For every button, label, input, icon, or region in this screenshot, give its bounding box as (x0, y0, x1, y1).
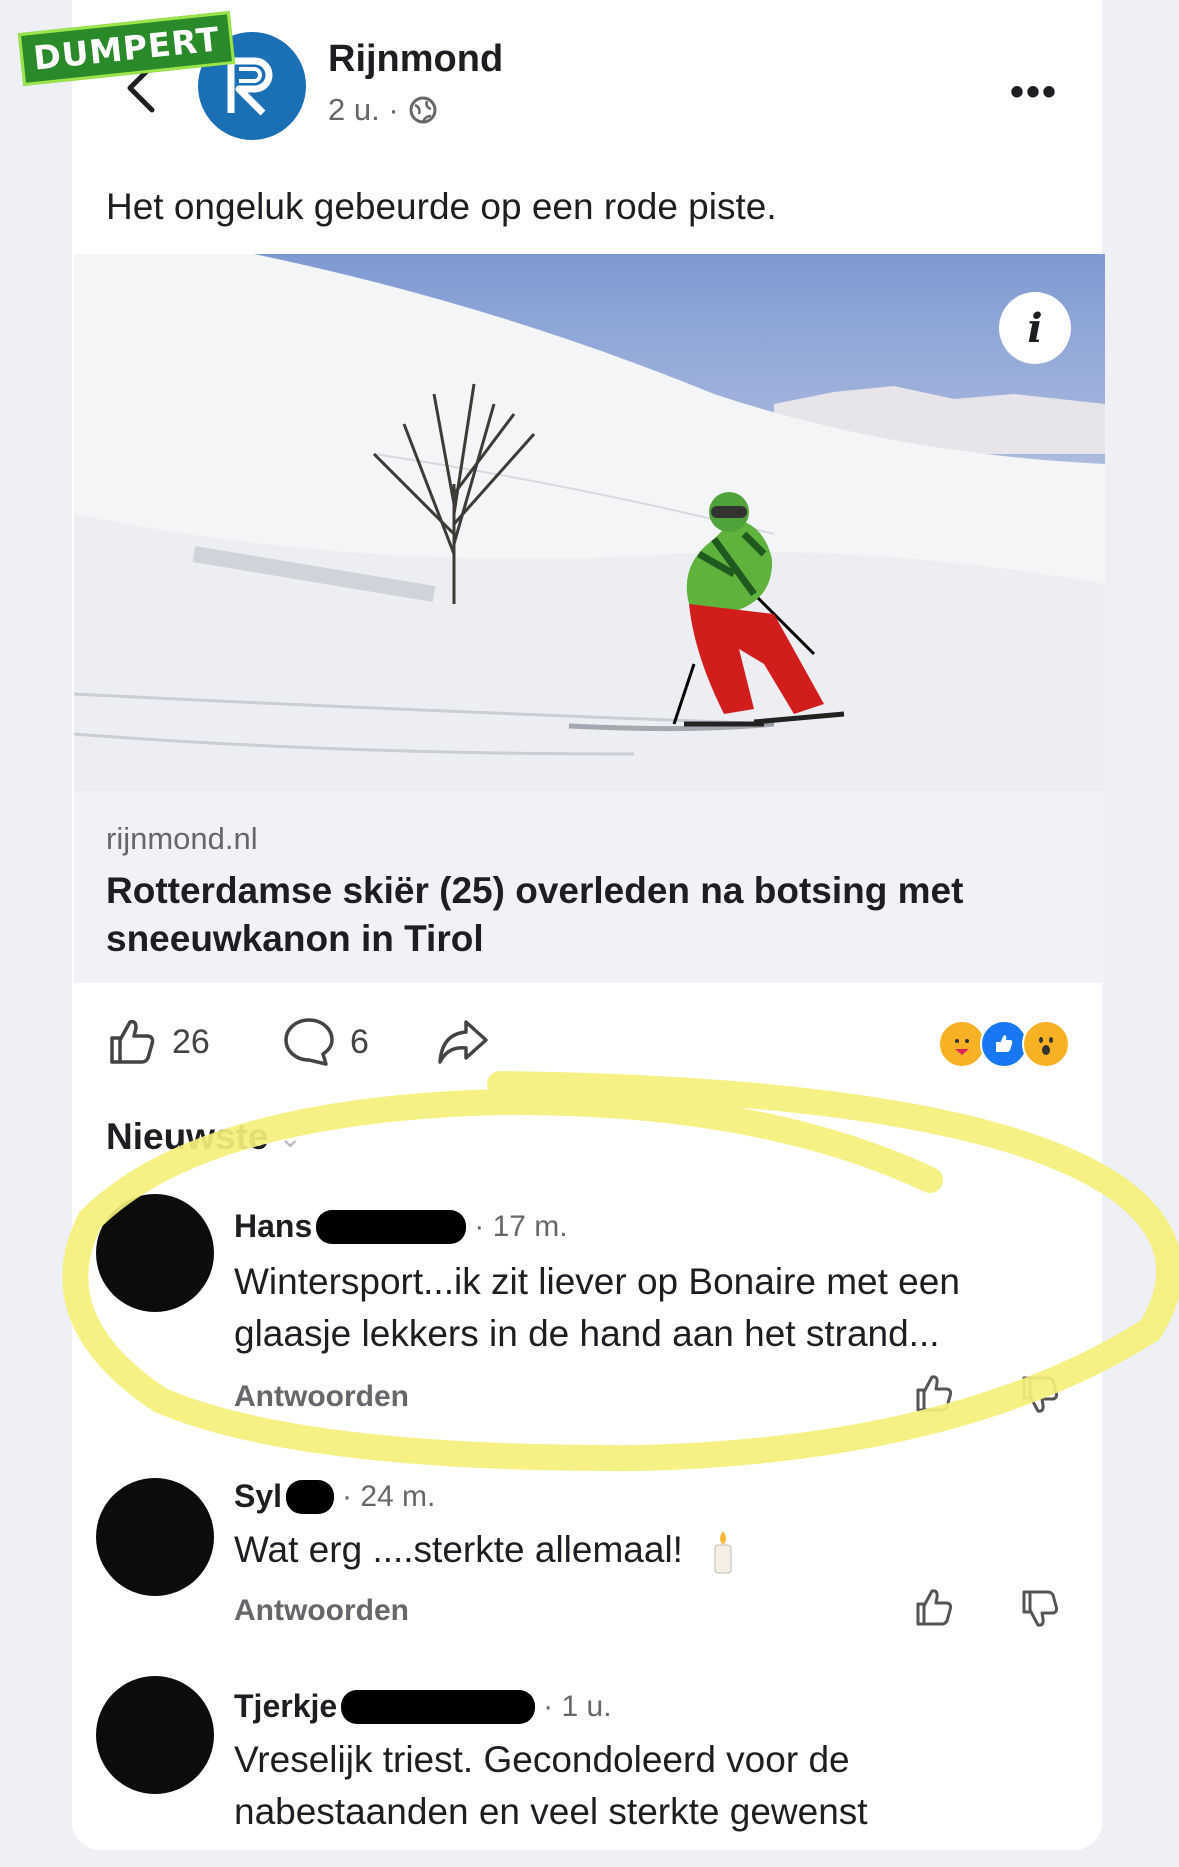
avatar[interactable] (96, 1676, 214, 1794)
share-arrow-icon (438, 1020, 488, 1064)
link-title: Rotterdamse skiër (25) overleden na bots… (106, 870, 964, 959)
redaction-mark (286, 1479, 335, 1514)
chevron-down-icon: ⌄ (278, 1121, 302, 1153)
like-count: 26 (172, 1022, 210, 1061)
candle-emoji-icon (714, 1531, 732, 1574)
reply-button[interactable]: Antwoorden (234, 1380, 409, 1414)
post-meta: 2 u. · (328, 92, 437, 128)
post-time: 2 u. · (328, 92, 399, 127)
comment-author[interactable]: Syl (234, 1478, 282, 1515)
upvote-icon[interactable] (912, 1372, 956, 1416)
comment-author-row: Syl · 24 m. (234, 1478, 435, 1515)
globe-icon (409, 96, 437, 124)
reaction-summary[interactable] (938, 1020, 1070, 1068)
more-options-button[interactable]: ••• (1010, 70, 1058, 115)
comment-author-row: Hans · 17 m. (234, 1208, 568, 1245)
like-reaction-icon (980, 1020, 1028, 1068)
comment-text: Wintersport...ik zit liever op Bonaire m… (234, 1261, 960, 1354)
comment-bubble-icon (284, 1018, 334, 1066)
info-button[interactable]: i (999, 292, 1071, 364)
comment-author[interactable]: Hans (234, 1208, 312, 1245)
like-button[interactable]: 26 (106, 1016, 210, 1068)
wow-reaction-icon (1022, 1020, 1070, 1068)
downvote-icon[interactable] (1018, 1586, 1062, 1630)
comment-button[interactable]: 6 (282, 1016, 369, 1068)
link-preview[interactable]: rijnmond.nl Rotterdamse skiër (25) overl… (74, 791, 1105, 983)
comment-text: Vreselijk triest. Gecondoleerd voor de n… (234, 1739, 868, 1832)
share-button[interactable] (436, 1016, 490, 1068)
downvote-icon[interactable] (1018, 1372, 1062, 1416)
thumbs-up-icon (110, 1019, 155, 1064)
reply-button[interactable]: Antwoorden (234, 1594, 409, 1628)
sort-label: Nieuwste (106, 1116, 269, 1157)
comment-time: · 1 u. (543, 1689, 612, 1723)
page-name[interactable]: Rijnmond (328, 38, 503, 81)
avatar[interactable] (96, 1194, 214, 1312)
redaction-mark (341, 1689, 536, 1724)
comment-sort-dropdown[interactable]: Nieuwste ⌄ (106, 1116, 302, 1158)
post-text: Het ongeluk gebeurde op een rode piste. (106, 186, 777, 227)
comment-count: 6 (350, 1022, 369, 1061)
redaction-mark (316, 1209, 467, 1244)
comment-text-content: Wat erg ....sterkte allemaal! (234, 1529, 683, 1570)
link-domain: rijnmond.nl (106, 821, 258, 856)
link-preview-image[interactable]: i (74, 254, 1105, 791)
comment-time: · 24 m. (342, 1479, 436, 1513)
skier-photo (74, 254, 1105, 791)
comment-text: Wat erg ....sterkte allemaal! (234, 1524, 1074, 1576)
comment-author-row: Tjerkje · 1 u. (234, 1688, 612, 1725)
upvote-icon[interactable] (912, 1586, 956, 1630)
comment-time: · 17 m. (474, 1209, 568, 1243)
care-reaction-icon (938, 1020, 986, 1068)
comment-author[interactable]: Tjerkje (234, 1688, 337, 1725)
avatar[interactable] (96, 1478, 214, 1596)
